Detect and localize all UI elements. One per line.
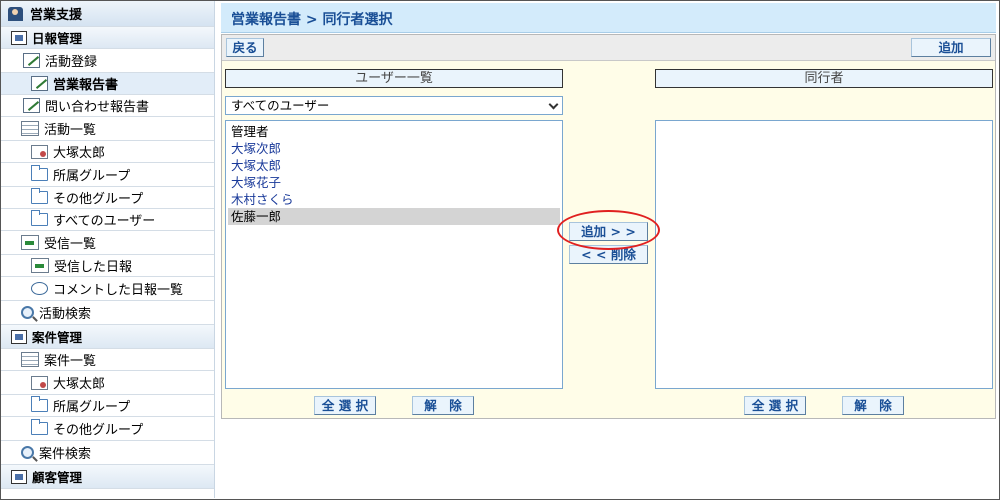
users-list-header: ユーザー一覧	[225, 69, 563, 88]
sidebar-item[interactable]: 活動登録	[1, 49, 214, 73]
sidebar-item-label: 顧客管理	[32, 470, 83, 485]
sidebar-item[interactable]: 活動一覧	[1, 117, 214, 141]
briefcase-icon	[11, 329, 27, 344]
users-listbox[interactable]: 管理者 大塚次郎 大塚太郎 大塚花子 木村さくら 佐藤一郎	[225, 120, 563, 389]
sidebar-item[interactable]: 受信一覧	[1, 231, 214, 255]
sidebar-item-label: その他グループ	[53, 423, 144, 438]
sidebar-item-label: その他グループ	[53, 192, 144, 207]
sidebar-item[interactable]: 顧客管理	[1, 465, 214, 489]
edit-icon	[31, 76, 48, 91]
sidebar-item[interactable]: 大塚太郎	[1, 371, 214, 395]
comment-icon	[31, 282, 48, 295]
search-icon	[21, 446, 34, 459]
folder-icon	[31, 210, 48, 226]
sidebar-item[interactable]: その他グループ	[1, 417, 214, 441]
sidebar-item-label: 活動一覧	[44, 123, 97, 138]
add-button[interactable]: 追加	[911, 38, 991, 57]
list-icon	[21, 121, 39, 136]
back-button[interactable]: 戻る	[226, 38, 264, 57]
highlight-circle	[557, 210, 660, 250]
sidebar-item-label: 日報管理	[32, 31, 83, 46]
sidebar-item[interactable]: 日報管理	[1, 27, 214, 49]
sidebar-item-label: 案件検索	[39, 447, 92, 462]
sidebar-item[interactable]: 所属グループ	[1, 163, 214, 187]
sidebar-item-label: 所属グループ	[53, 400, 131, 415]
sidebar-item[interactable]: 受信した日報	[1, 255, 214, 277]
page-title: 営業報告書 > 同行者選択	[221, 3, 996, 33]
sidebar-item[interactable]: 案件検索	[1, 441, 214, 465]
folder-icon	[31, 188, 48, 204]
companions-clear-button[interactable]: 解 除	[842, 396, 904, 415]
sidebar-item[interactable]: 大塚太郎	[1, 141, 214, 163]
person-icon	[31, 375, 48, 390]
inbox-icon	[21, 235, 39, 250]
sidebar-item[interactable]: コメントした日報一覧	[1, 277, 214, 301]
sidebar-item-label: 営業報告書	[53, 78, 119, 93]
sidebar: 営業支援 日報管理 活動登録 営業報告書 問い合わせ報告書 活動一覧 大塚太郎 所属グループ…	[1, 1, 215, 498]
companions-select-all-button[interactable]: 全 選 択	[744, 396, 806, 415]
sidebar-item-label: 活動登録	[45, 55, 98, 70]
search-icon	[21, 306, 34, 319]
folder-icon	[31, 165, 48, 181]
inbox-icon	[31, 258, 49, 273]
users-clear-button[interactable]: 解 除	[412, 396, 474, 415]
sidebar-item-label: コメントした日報一覧	[53, 283, 184, 298]
chevron-down-icon	[548, 99, 559, 110]
person-icon	[31, 144, 48, 159]
sidebar-item[interactable]: 案件管理	[1, 325, 214, 349]
sidebar-item[interactable]: 案件一覧	[1, 349, 214, 371]
sidebar-item-label: 受信一覧	[44, 237, 97, 252]
user-icon	[7, 6, 25, 22]
user-filter-select[interactable]: すべてのユーザー	[225, 96, 563, 115]
sidebar-item-label: 案件一覧	[44, 354, 97, 369]
list-item[interactable]: 木村さくら	[228, 191, 560, 208]
sidebar-item-label: 活動検索	[39, 307, 92, 322]
toolbar: 戻る 追加	[222, 35, 995, 61]
sidebar-item-label: 所属グループ	[53, 169, 131, 184]
sidebar-item-label: 案件管理	[32, 330, 83, 345]
sidebar-top-sales-support[interactable]: 営業支援	[1, 1, 214, 27]
user-filter-value: すべてのユーザー	[231, 98, 330, 113]
sidebar-item[interactable]: 所属グループ	[1, 395, 214, 417]
folder-icon	[31, 419, 48, 435]
briefcase-icon	[11, 30, 27, 45]
list-item[interactable]: 大塚太郎	[228, 157, 560, 174]
sidebar-item-label: 問い合わせ報告書	[45, 100, 150, 115]
sidebar-item[interactable]: 問い合わせ報告書	[1, 95, 214, 117]
folder-icon	[31, 396, 48, 412]
sidebar-item[interactable]: 営業報告書	[1, 73, 214, 95]
list-icon	[21, 352, 39, 367]
sidebar-item-label: 大塚太郎	[53, 146, 106, 161]
list-item[interactable]: 大塚次郎	[228, 140, 560, 157]
sidebar-item[interactable]: 活動検索	[1, 301, 214, 325]
sidebar-item-label: 大塚太郎	[53, 377, 106, 392]
companions-list-header: 同行者	[655, 69, 993, 88]
sidebar-item-label: すべてのユーザー	[53, 214, 156, 229]
users-select-all-button[interactable]: 全 選 択	[314, 396, 376, 415]
edit-icon	[23, 53, 40, 68]
briefcase-icon	[11, 469, 27, 484]
companions-listbox[interactable]	[655, 120, 993, 389]
edit-icon	[23, 98, 40, 113]
sidebar-item[interactable]: その他グループ	[1, 187, 214, 209]
sidebar-item-label: 受信した日報	[54, 260, 133, 275]
sidebar-item[interactable]: すべてのユーザー	[1, 209, 214, 231]
list-item[interactable]: 管理者	[228, 123, 560, 140]
sidebar-top-label: 営業支援	[30, 8, 83, 23]
list-item[interactable]: 佐藤一郎	[228, 208, 560, 225]
list-item[interactable]: 大塚花子	[228, 174, 560, 191]
